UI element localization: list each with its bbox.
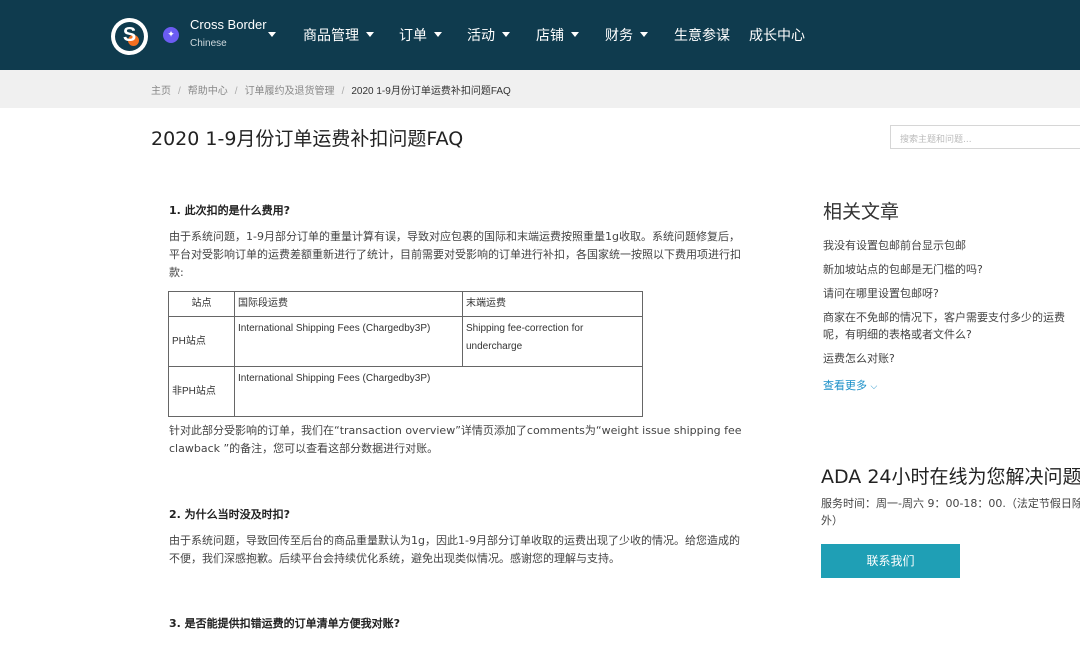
- table-header-row: 站点 国际段运费 末端运费: [168, 291, 643, 317]
- chevron-down-icon[interactable]: [268, 32, 276, 37]
- breadcrumb-bar: 主页 / 帮助中心 / 订单履约及退货管理/2020 1-9月份订单运费补扣问题FAQ: [0, 70, 1080, 108]
- breadcrumb-current: 2020 1-9月份订单运费补扣问题FAQ: [351, 86, 511, 97]
- chevron-down-icon: [502, 32, 510, 37]
- search-input[interactable]: 搜索主题和问题...: [890, 125, 1080, 149]
- table-header-cell: 国际段运费: [234, 291, 463, 317]
- breadcrumb-help-center[interactable]: 帮助中心: [188, 86, 228, 97]
- table-cell: 非PH站点: [168, 366, 235, 417]
- store-name[interactable]: Cross Border: [190, 17, 267, 32]
- chevron-down-icon: [366, 32, 374, 37]
- fee-table: 站点 国际段运费 末端运费 PH站点 International Shippin…: [168, 291, 643, 417]
- table-cell: International Shipping Fees (Chargedby3P…: [234, 316, 463, 367]
- nav-business-insights[interactable]: 生意参谋: [674, 27, 730, 45]
- table-header-cell: 末端运费: [462, 291, 643, 317]
- related-article-link[interactable]: 我没有设置包邮前台显示包邮: [823, 237, 1080, 254]
- related-article-link[interactable]: 新加坡站点的包邮是无门槛的吗?: [823, 261, 1080, 278]
- question-1-intro: 由于系统问题，1-9月部分订单的重量计算有误，导致对应包裹的国际和末端运费按照重…: [169, 230, 741, 279]
- related-article-link[interactable]: 商家在不免邮的情况下，客户需要支付多少的运费呢，有明细的表格或者文件么?: [823, 309, 1080, 343]
- table-row: PH站点 International Shipping Fees (Charge…: [168, 316, 643, 367]
- nav-growth-center[interactable]: 成长中心: [749, 27, 805, 45]
- question-1-heading: 1. 此次扣的是什么费用?: [169, 204, 291, 217]
- page-title: 2020 1-9月份订单运费补扣问题FAQ: [151, 128, 464, 150]
- table-cell: Shipping fee-correction for undercharge: [462, 316, 643, 367]
- question-1-note: 针对此部分受影响的订单，我们在“transaction overview”详情页…: [169, 424, 742, 455]
- related-article-link[interactable]: 运费怎么对账?: [823, 350, 1080, 367]
- chevron-down-icon: [434, 32, 442, 37]
- top-navbar: S ✦ Cross Border Chinese 商品管理 订单 活动 店铺 财…: [0, 0, 1080, 70]
- chevron-down-icon: ⌵: [870, 382, 878, 392]
- contact-us-button[interactable]: 联系我们: [821, 544, 960, 578]
- table-row: 非PH站点 International Shipping Fees (Charg…: [168, 366, 643, 417]
- nav-finance[interactable]: 财务: [605, 27, 648, 45]
- nav-product-management[interactable]: 商品管理: [303, 27, 374, 45]
- table-cell: International Shipping Fees (Chargedby3P…: [234, 366, 643, 417]
- nav-orders[interactable]: 订单: [399, 27, 442, 45]
- store-avatar-icon[interactable]: ✦: [163, 27, 179, 43]
- breadcrumb-category[interactable]: 订单履约及退货管理: [245, 86, 335, 97]
- nav-shop[interactable]: 店铺: [536, 27, 579, 45]
- related-article-link[interactable]: 请问在哪里设置包邮呀?: [823, 285, 1080, 302]
- breadcrumb: 主页 / 帮助中心 / 订单履约及退货管理/2020 1-9月份订单运费补扣问题FAQ: [151, 86, 511, 97]
- chevron-down-icon: [640, 32, 648, 37]
- table-header-cell: 站点: [168, 291, 235, 317]
- see-more-link[interactable]: 查看更多 ⌵: [823, 377, 877, 393]
- question-2-heading: 2. 为什么当时没及时扣?: [169, 508, 291, 521]
- store-language[interactable]: Chinese: [190, 38, 227, 49]
- nav-campaigns[interactable]: 活动: [467, 27, 510, 45]
- chevron-down-icon: [571, 32, 579, 37]
- ada-support-heading: ADA 24小时在线为您解决问题: [821, 466, 1080, 488]
- table-cell: PH站点: [168, 316, 235, 367]
- service-hours: 服务时间：周一-周六 9：00-18：00.（法定节假日除外）: [821, 497, 1080, 527]
- question-3-heading: 3. 是否能提供扣错运费的订单清单方便我对账?: [169, 617, 401, 630]
- question-2-body: 由于系统问题，导致回传至后台的商品重量默认为1g，因此1-9月部分订单收取的运费…: [169, 534, 740, 565]
- breadcrumb-home[interactable]: 主页: [151, 86, 171, 97]
- shopee-logo-icon[interactable]: S: [111, 18, 148, 55]
- related-articles-heading: 相关文章: [823, 201, 900, 223]
